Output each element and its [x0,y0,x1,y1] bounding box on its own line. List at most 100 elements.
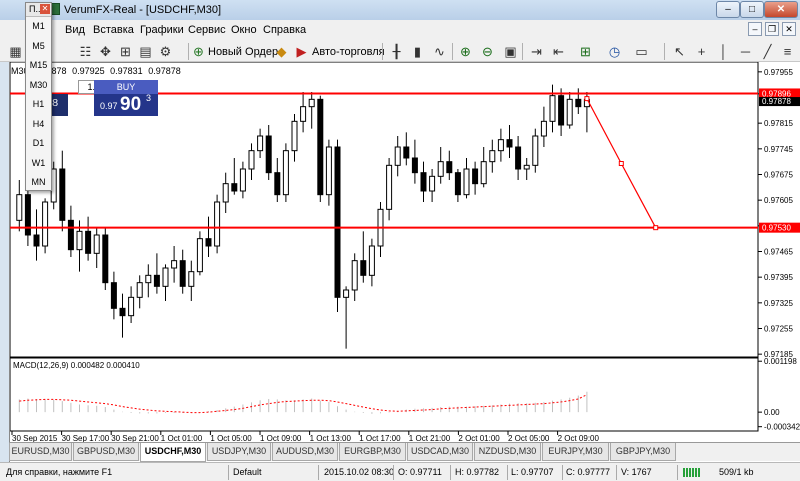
bull-candle [463,168,470,196]
price-tick-label: 0.97465 [764,248,793,257]
new-order-icon[interactable]: ⊕ [191,44,206,59]
timeframe-item-m1[interactable]: M1 [26,17,51,37]
close-button[interactable]: ✕ [764,1,798,18]
tab-usdjpy-m30[interactable]: USDJPY,M30 [207,443,271,461]
timeframe-item-mn[interactable]: MN [26,173,51,193]
tab-nzdusd-m30[interactable]: NZDUSD,M30 [474,443,541,461]
bear-candle [420,172,427,192]
bull-candle [489,150,496,163]
price-tick-label: 0.97675 [764,171,793,180]
current-price-label: 0.97878 [762,97,791,106]
bear-candle [110,282,117,309]
tester-icon[interactable]: ⚙ [158,44,173,59]
channel-icon[interactable]: ≡ [780,44,795,59]
new-order-button[interactable]: Новый Ордер [208,46,278,58]
bar-chart-icon[interactable]: ╂ [389,44,404,59]
status-low: L: 0.97707 [511,467,554,477]
candlestick-chart-icon[interactable]: ▮ [410,44,425,59]
status-bar: Для справки, нажмите F1 Default 2015.10.… [0,462,800,481]
buy-button[interactable]: BUY 0.97 90 3 [94,80,158,116]
bull-candle [549,95,556,122]
periods-icon[interactable]: ◷ [607,44,622,59]
bull-candle [300,106,307,122]
timeframe-item-m30[interactable]: M30 [26,76,51,96]
dropdown-close-icon[interactable]: ✕ [40,4,50,14]
bull-candle [480,161,487,185]
menu-charts[interactable]: Графики [140,24,184,36]
tab-eurusd-m30[interactable]: EURUSD,M30 [9,443,72,461]
terminal-icon[interactable]: ▤ [138,44,153,59]
cursor-icon[interactable]: ↖ [672,44,687,59]
tab-usdcad-m30[interactable]: USDCAD,M30 [407,443,473,461]
tab-eurgbp-m30[interactable]: EURGBP,M30 [339,443,406,461]
bull-candle [325,146,332,196]
crosshair-icon[interactable]: + [694,44,709,59]
status-traffic: 509/1 kb [719,467,754,477]
menu-view[interactable]: Вид [65,24,85,36]
horizontal-line-icon[interactable]: ─ [738,44,753,59]
mdi-restore-button[interactable]: ❐ [765,22,779,36]
menu-bar: Вид Вставка Графики Сервис Окно Справка … [0,20,800,41]
bear-candle [334,146,341,298]
navigator-icon[interactable]: ⊞ [118,44,133,59]
timeframe-item-h1[interactable]: H1 [26,95,51,115]
tab-gbpusd-m30[interactable]: GBPUSD,M30 [73,443,139,461]
tab-gbpjpy-m30[interactable]: GBPJPY,M30 [610,443,676,461]
bear-candle [179,260,186,287]
bear-candle [558,95,565,126]
bull-candle [368,245,375,276]
menu-help[interactable]: Справка [263,24,306,36]
line-chart-icon[interactable]: ∿ [432,44,447,59]
minimize-button[interactable]: – [716,1,740,18]
zoom-in-icon[interactable]: ⊕ [458,44,473,59]
bull-candle [497,139,504,152]
status-close: C: 0.97777 [566,467,611,477]
chart-window[interactable]: 0.979550.978950.978150.977450.976750.976… [9,62,800,462]
timeframe-item-w1[interactable]: W1 [26,154,51,174]
horizontal-line-price-label: 0.97530 [762,224,791,233]
autotrading-icon[interactable]: ▶ [294,44,309,59]
timeframe-item-m15[interactable]: M15 [26,56,51,76]
price-chart[interactable]: 0.979550.978950.978150.977450.976750.976… [10,62,800,462]
data-window-icon[interactable]: ✥ [98,44,113,59]
tab-usdchf-m30[interactable]: USDCHF,M30 [140,443,206,462]
chart-shift-icon[interactable]: ⇤ [551,44,566,59]
menu-tools[interactable]: Сервис [188,24,226,36]
indicators-icon[interactable]: ⊞ [578,44,593,59]
autotrading-button[interactable]: Авто-торговля [312,46,385,58]
bull-candle [42,201,49,247]
tab-audusd-m30[interactable]: AUDUSD,M30 [272,443,338,461]
status-profile[interactable]: Default [233,465,262,480]
metaeditor-icon[interactable]: ◆ [274,44,289,59]
vertical-line-icon[interactable]: │ [716,44,731,59]
price-tick-label: 0.97395 [764,273,793,282]
bull-candle [343,289,350,298]
bear-candle [67,219,74,251]
bear-candle [506,139,513,148]
bull-candle [136,282,143,298]
timeframe-item-h4[interactable]: H4 [26,115,51,135]
bull-candle [386,164,393,210]
tile-windows-icon[interactable]: ▣ [503,44,518,59]
menu-window[interactable]: Окно [231,24,257,36]
buy-label: BUY [94,80,158,94]
zoom-out-icon[interactable]: ⊖ [480,44,495,59]
templates-icon[interactable]: ▭ [634,44,649,59]
new-chart-icon[interactable]: ▦ [8,44,23,59]
status-open: O: 0.97711 [398,467,442,477]
timeframe-item-d1[interactable]: D1 [26,134,51,154]
mdi-minimize-button[interactable]: – [748,22,762,36]
maximize-button[interactable]: □ [740,1,764,18]
bull-candle [282,150,289,196]
bull-candle [429,175,436,192]
bull-candle [188,271,195,287]
menu-insert[interactable]: Вставка [93,24,134,36]
market-watch-icon[interactable]: ☷ [78,44,93,59]
mdi-close-button[interactable]: ✕ [782,22,796,36]
trendline-icon[interactable]: ╱ [760,44,775,59]
timeframe-dropdown[interactable]: П.. ✕ M1 M5 M15 M30 H1 H4 D1 W1 MN [25,2,52,191]
buy-price-prefix: 0.97 [100,101,118,111]
timeframe-item-m5[interactable]: M5 [26,37,51,57]
auto-scroll-icon[interactable]: ⇥ [529,44,544,59]
tab-eurjpy-m30[interactable]: EURJPY,M30 [542,443,609,461]
